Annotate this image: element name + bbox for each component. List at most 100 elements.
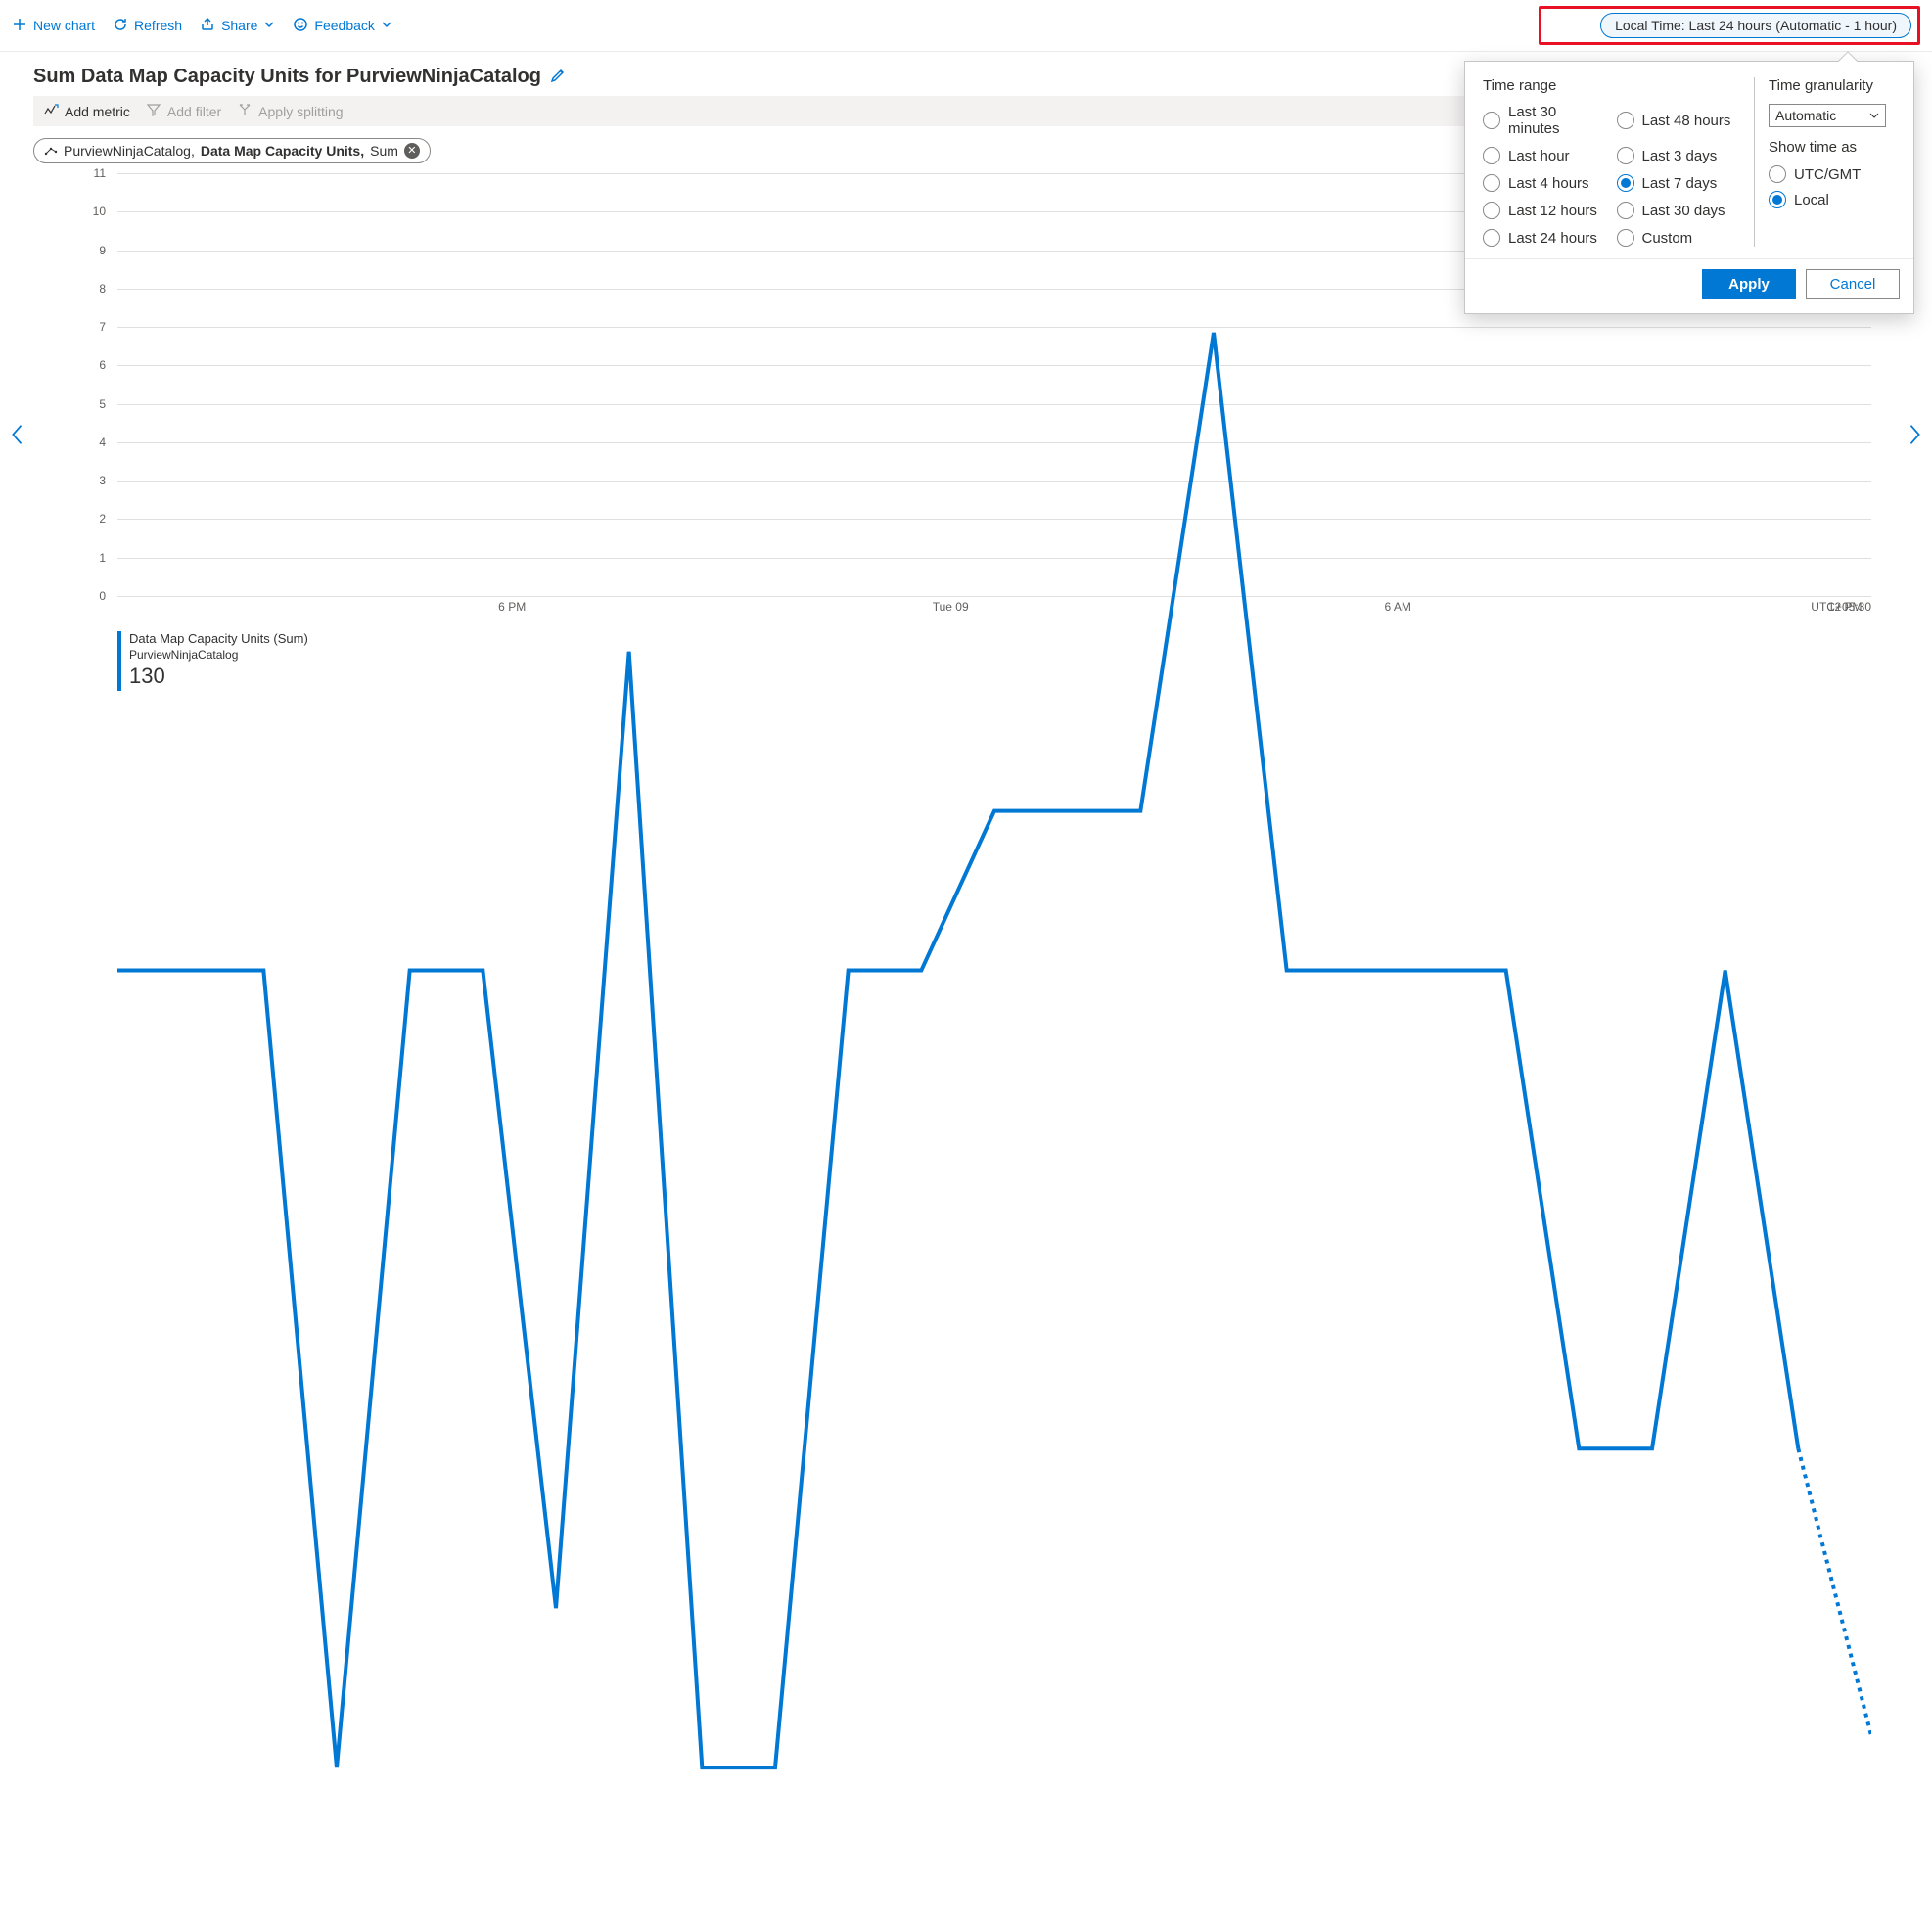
new-chart-button[interactable]: New chart: [12, 17, 95, 35]
x-tick-label: 6 PM: [498, 600, 526, 614]
time-range-option-label: Last 30 days: [1642, 203, 1725, 219]
y-axis: 01234567891011: [61, 173, 114, 596]
show-time-option-label: Local: [1794, 192, 1829, 208]
radio-icon: [1769, 165, 1786, 183]
share-icon: [200, 17, 215, 35]
show-time-option[interactable]: Local: [1769, 191, 1896, 208]
time-range-option[interactable]: Last hour: [1483, 147, 1607, 164]
filter-icon: [146, 102, 161, 120]
cancel-button[interactable]: Cancel: [1806, 269, 1900, 299]
y-tick-label: 3: [99, 474, 106, 487]
granularity-heading: Time granularity: [1769, 77, 1896, 94]
time-range-option-label: Last 24 hours: [1508, 230, 1597, 247]
share-label: Share: [221, 18, 257, 33]
time-range-popover: Time range Last 30 minutes Last 48 hours L…: [1464, 61, 1914, 314]
add-filter-label: Add filter: [167, 104, 221, 119]
radio-icon: [1617, 112, 1634, 129]
feedback-label: Feedback: [314, 18, 374, 33]
apply-splitting-label: Apply splitting: [258, 104, 343, 119]
chip-metric: Data Map Capacity Units,: [201, 143, 364, 159]
chevron-down-icon: [263, 18, 275, 33]
time-picker-highlight: Local Time: Last 24 hours (Automatic - 1…: [1539, 6, 1920, 45]
radio-icon: [1617, 202, 1634, 219]
y-tick-label: 5: [99, 397, 106, 411]
time-range-option[interactable]: Last 30 minutes: [1483, 104, 1607, 137]
metric-icon: [43, 102, 59, 120]
time-range-option[interactable]: Last 12 hours: [1483, 202, 1607, 219]
metric-dots-icon: [44, 143, 58, 159]
y-tick-label: 9: [99, 244, 106, 257]
radio-icon: [1483, 174, 1500, 192]
y-tick-label: 11: [94, 166, 106, 180]
plus-icon: [12, 17, 27, 35]
chart-plot: [117, 173, 1871, 1927]
chevron-down-icon: [1869, 108, 1879, 123]
show-time-heading: Show time as: [1769, 139, 1896, 156]
next-chart-button[interactable]: [1901, 421, 1928, 451]
granularity-select[interactable]: Automatic: [1769, 104, 1886, 127]
show-time-option-label: UTC/GMT: [1794, 166, 1861, 183]
x-axis: 6 PMTue 096 AM12 PMUTC+05:30: [117, 600, 1871, 623]
smile-icon: [293, 17, 308, 35]
edit-title-button[interactable]: [549, 67, 567, 87]
add-filter-button[interactable]: Add filter: [146, 102, 221, 120]
radio-icon: [1483, 229, 1500, 247]
time-range-option-label: Last 4 hours: [1508, 175, 1589, 192]
metric-chip[interactable]: PurviewNinjaCatalog, Data Map Capacity U…: [33, 138, 431, 163]
x-tick-label: Tue 09: [933, 600, 969, 614]
time-range-heading: Time range: [1483, 77, 1740, 94]
prev-chart-button[interactable]: [4, 421, 31, 451]
apply-button[interactable]: Apply: [1702, 269, 1796, 299]
time-range-option[interactable]: Last 7 days: [1617, 174, 1741, 192]
split-icon: [237, 102, 253, 120]
y-tick-label: 0: [99, 589, 106, 603]
chip-aggregation: Sum: [370, 143, 398, 159]
share-button[interactable]: Share: [200, 17, 275, 35]
time-range-option-label: Last 7 days: [1642, 175, 1718, 192]
y-tick-label: 1: [99, 551, 106, 565]
add-metric-label: Add metric: [65, 104, 130, 119]
radio-icon: [1617, 174, 1634, 192]
granularity-value: Automatic: [1775, 108, 1836, 123]
y-tick-label: 2: [99, 512, 106, 526]
time-range-picker[interactable]: Local Time: Last 24 hours (Automatic - 1…: [1600, 13, 1911, 38]
chart-title: Sum Data Map Capacity Units for PurviewN…: [33, 66, 541, 88]
y-tick-label: 7: [99, 320, 106, 334]
y-tick-label: 8: [99, 282, 106, 296]
apply-splitting-button[interactable]: Apply splitting: [237, 102, 343, 120]
time-range-option-label: Last 48 hours: [1642, 113, 1731, 129]
time-range-option[interactable]: Last 24 hours: [1483, 229, 1607, 247]
refresh-icon: [113, 17, 128, 35]
radio-icon: [1617, 229, 1634, 247]
time-range-option[interactable]: Last 30 days: [1617, 202, 1741, 219]
new-chart-label: New chart: [33, 18, 95, 33]
timezone-label: UTC+05:30: [1811, 600, 1871, 614]
time-range-text: Local Time: Last 24 hours (Automatic - 1…: [1615, 18, 1897, 33]
command-bar: New chart Refresh Share Feedback Local T…: [0, 0, 1932, 52]
radio-icon: [1769, 191, 1786, 208]
time-range-option-label: Custom: [1642, 230, 1693, 247]
chip-remove-icon[interactable]: ✕: [404, 143, 420, 159]
chevron-down-icon: [381, 18, 392, 33]
feedback-button[interactable]: Feedback: [293, 17, 391, 35]
radio-icon: [1483, 147, 1500, 164]
time-range-option-label: Last 30 minutes: [1508, 104, 1607, 137]
refresh-button[interactable]: Refresh: [113, 17, 182, 35]
y-tick-label: 6: [99, 358, 106, 372]
time-range-option-label: Last 12 hours: [1508, 203, 1597, 219]
show-time-options: UTC/GMT Local: [1769, 165, 1896, 208]
radio-icon: [1483, 112, 1500, 129]
time-range-option-label: Last 3 days: [1642, 148, 1718, 164]
time-range-option[interactable]: Last 3 days: [1617, 147, 1741, 164]
time-range-option[interactable]: Custom: [1617, 229, 1741, 247]
chip-resource: PurviewNinjaCatalog,: [64, 143, 195, 159]
refresh-label: Refresh: [134, 18, 182, 33]
radio-icon: [1483, 202, 1500, 219]
y-tick-label: 4: [99, 436, 106, 449]
add-metric-button[interactable]: Add metric: [43, 102, 130, 120]
time-range-option-label: Last hour: [1508, 148, 1570, 164]
time-range-option[interactable]: Last 48 hours: [1617, 104, 1741, 137]
show-time-option[interactable]: UTC/GMT: [1769, 165, 1896, 183]
time-range-option[interactable]: Last 4 hours: [1483, 174, 1607, 192]
radio-icon: [1617, 147, 1634, 164]
